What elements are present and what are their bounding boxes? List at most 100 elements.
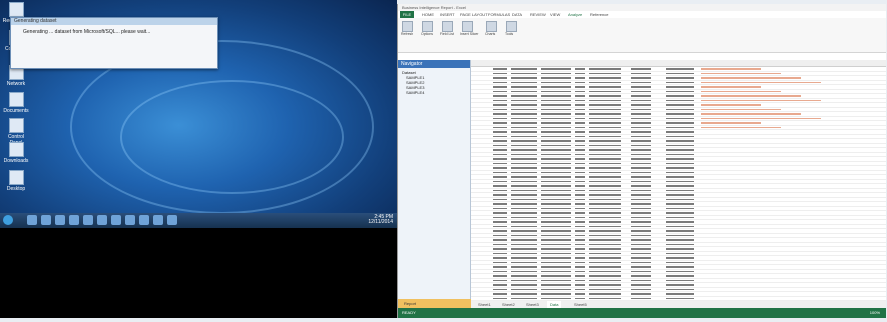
tab-analyze[interactable]: Analyze: [568, 11, 582, 18]
sheet-tab[interactable]: Sheet3: [523, 301, 542, 308]
cell-text: [511, 279, 537, 281]
cell-text: [666, 293, 694, 295]
tab-home[interactable]: HOME: [422, 11, 434, 18]
slicer-icon[interactable]: [462, 21, 473, 32]
cell-text: [589, 230, 621, 232]
taskbar-app-icon[interactable]: [97, 215, 107, 225]
cell-hyperlink[interactable]: [701, 81, 821, 83]
cell-text: [511, 293, 537, 295]
taskbar-app-icon[interactable]: [125, 215, 135, 225]
taskbar-app-icon[interactable]: [69, 215, 79, 225]
cell-text: [631, 131, 651, 133]
cell-text: [631, 189, 651, 191]
cell-hyperlink[interactable]: [701, 68, 761, 70]
cell-text: [493, 288, 507, 290]
cell-text: [493, 275, 507, 277]
cell-hyperlink[interactable]: [701, 104, 761, 106]
cell-text: [666, 162, 694, 164]
cell-text: [541, 131, 571, 133]
cell-hyperlink[interactable]: [701, 113, 801, 115]
options-icon[interactable]: [422, 21, 433, 32]
cell-text: [541, 248, 571, 250]
cell-text: [666, 113, 694, 115]
empty-screen-area: [0, 228, 397, 318]
refresh-icon[interactable]: [402, 21, 413, 32]
sheet-tab[interactable]: Sheet1: [475, 301, 494, 308]
tab-review[interactable]: REVIEW: [530, 11, 546, 18]
cell-text: [541, 167, 571, 169]
cell-text: [493, 117, 507, 119]
cell-hyperlink[interactable]: [701, 72, 781, 74]
cell-text: [541, 216, 571, 218]
cell-text: [666, 203, 694, 205]
desktop-icon[interactable]: Downloads: [2, 142, 30, 164]
cell-text: [631, 270, 651, 272]
ribbon-tabs: FILE HOME INSERT PAGE LAYOUT FORMULAS DA…: [398, 11, 886, 18]
desktop-icon[interactable]: Desktop: [2, 170, 30, 192]
cell-text: [541, 221, 571, 223]
sheet-tab[interactable]: Sheet2: [499, 301, 518, 308]
cell-text: [589, 126, 621, 128]
cell-text: [631, 149, 651, 151]
taskbar-app-icon[interactable]: [153, 215, 163, 225]
cell-hyperlink[interactable]: [701, 108, 781, 110]
field-list-icon[interactable]: [442, 21, 453, 32]
cell-text: [575, 257, 585, 259]
cell-text: [575, 234, 585, 236]
cell-hyperlink[interactable]: [701, 90, 781, 92]
cell-text: [666, 171, 694, 173]
navigator-footer[interactable]: Report: [398, 299, 476, 308]
cell-hyperlink[interactable]: [701, 122, 761, 124]
cell-text: [541, 225, 571, 227]
cell-text: [493, 212, 507, 214]
tab-data[interactable]: DATA: [512, 11, 522, 18]
cell-text: [575, 149, 585, 151]
start-button[interactable]: [3, 215, 13, 225]
taskbar-app-icon[interactable]: [111, 215, 121, 225]
cell-text: [575, 104, 585, 106]
cell-text: [511, 140, 537, 142]
sheet-tab[interactable]: Sheet5: [571, 301, 590, 308]
cell-hyperlink[interactable]: [701, 86, 761, 88]
tab-insert[interactable]: INSERT: [440, 11, 455, 18]
tab-page-layout[interactable]: PAGE LAYOUT: [460, 11, 488, 18]
tab-formulas[interactable]: FORMULAS: [488, 11, 510, 18]
cell-hyperlink[interactable]: [701, 95, 801, 97]
cell-hyperlink[interactable]: [701, 99, 821, 101]
tab-view[interactable]: VIEW: [550, 11, 560, 18]
worksheet-grid[interactable]: [471, 60, 886, 308]
cell-text: [511, 212, 537, 214]
taskbar-app-icon[interactable]: [27, 215, 37, 225]
cell-text: [575, 261, 585, 263]
cell-hyperlink[interactable]: [701, 126, 781, 128]
taskbar-app-icon[interactable]: [139, 215, 149, 225]
cell-text: [541, 104, 571, 106]
cell-text: [511, 266, 537, 268]
tools-icon[interactable]: [506, 21, 517, 32]
tab-file[interactable]: FILE: [400, 11, 414, 18]
cell-text: [511, 261, 537, 263]
cell-text: [631, 108, 651, 110]
cell-text: [541, 275, 571, 277]
taskbar-app-icon[interactable]: [167, 215, 177, 225]
system-clock[interactable]: 2:45 PM 12/11/2014: [368, 215, 393, 225]
nav-item[interactable]: SAMPLE4: [398, 90, 470, 95]
cell-text: [575, 86, 585, 88]
taskbar-app-icon[interactable]: [83, 215, 93, 225]
zoom-level[interactable]: 100%: [870, 308, 880, 318]
cell-text: [541, 261, 571, 263]
taskbar-app-icon[interactable]: [41, 215, 51, 225]
cell-text: [511, 162, 537, 164]
cell-text: [589, 293, 621, 295]
cell-text: [511, 194, 537, 196]
cell-hyperlink[interactable]: [701, 77, 801, 79]
cell-text: [511, 180, 537, 182]
cell-hyperlink[interactable]: [701, 117, 821, 119]
tab-reference[interactable]: Reference: [590, 11, 608, 18]
cell-text: [589, 122, 621, 124]
desktop-icon[interactable]: Documents: [2, 92, 30, 114]
chart-icon[interactable]: [486, 21, 497, 32]
cell-text: [511, 248, 537, 250]
taskbar-app-icon[interactable]: [55, 215, 65, 225]
cell-text: [631, 293, 651, 295]
